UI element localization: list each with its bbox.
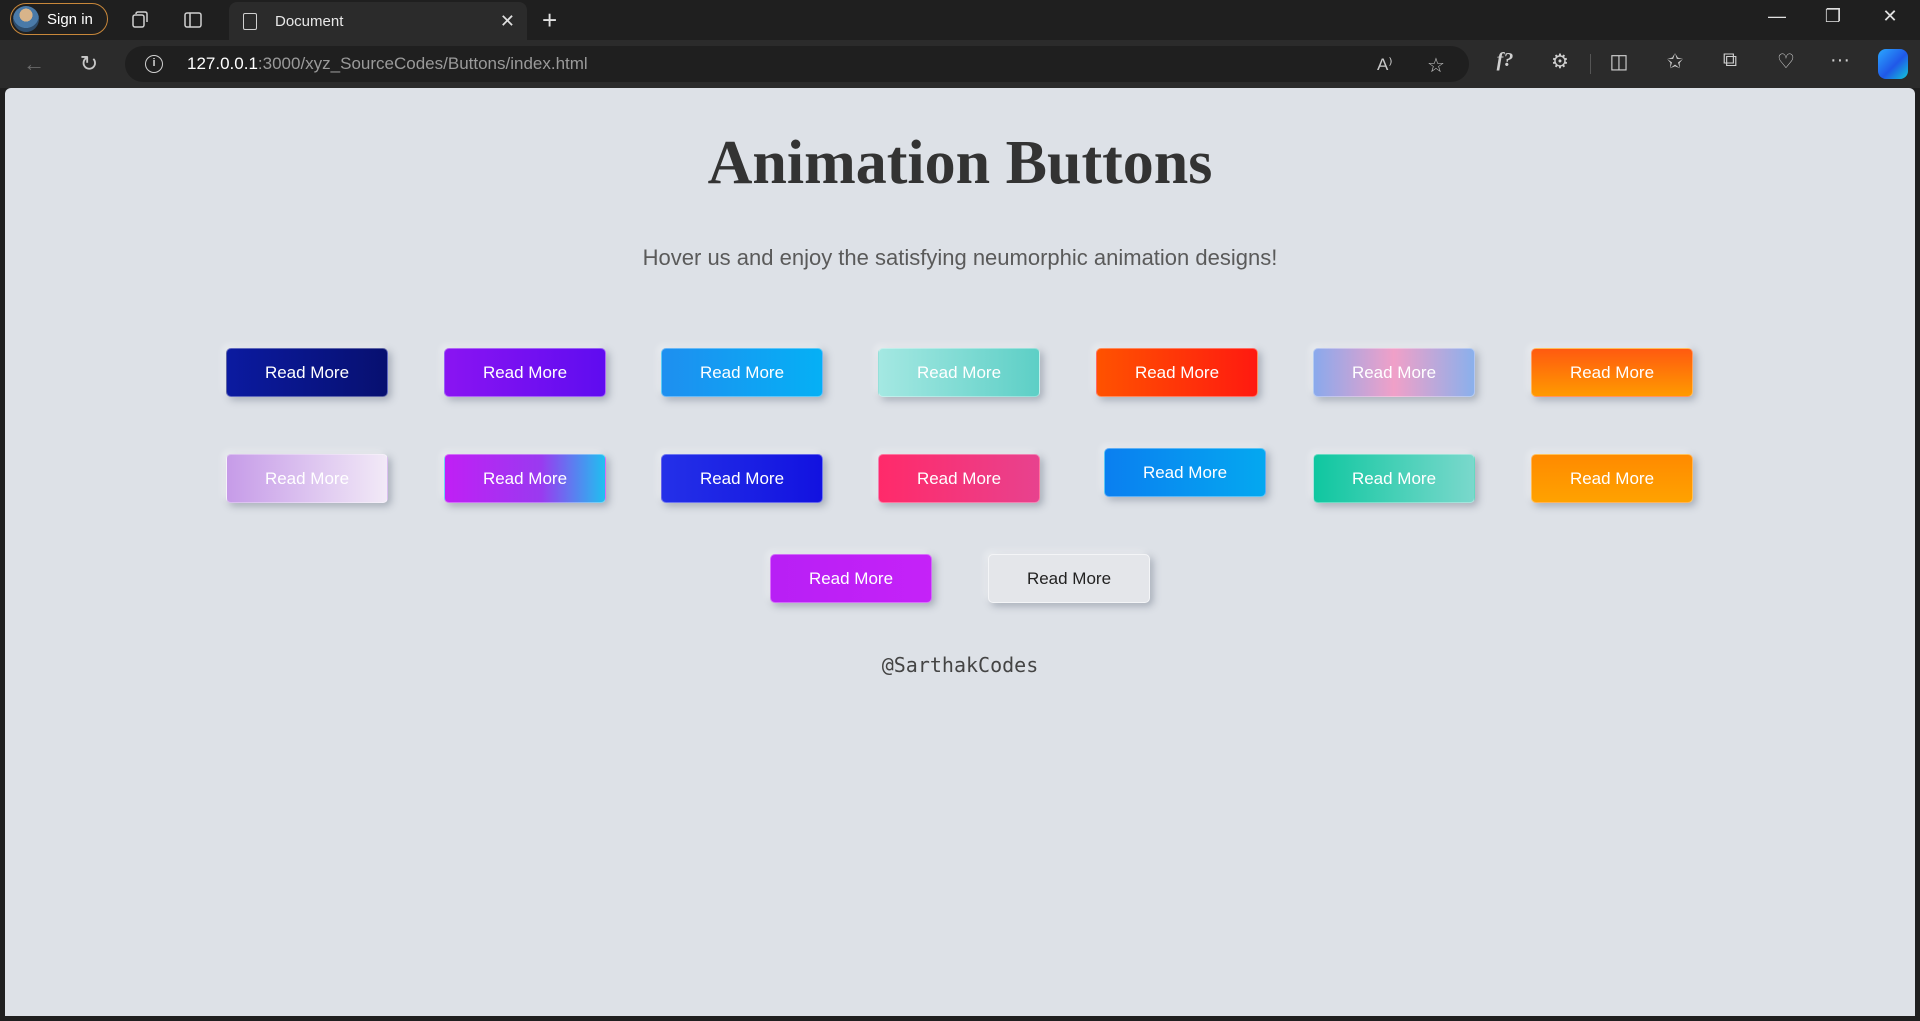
restore-icon[interactable]: ❐	[1813, 6, 1853, 27]
formula-icon[interactable]: f?	[1490, 49, 1520, 72]
page-title: Animation Buttons	[707, 129, 1213, 197]
read-more-button-3[interactable]: Read More	[661, 348, 823, 397]
close-tab-icon[interactable]: ✕	[500, 11, 515, 32]
avatar	[13, 6, 39, 32]
profile-label: Sign in	[47, 10, 93, 28]
favorite-star-icon[interactable]: ☆	[1427, 53, 1445, 78]
workspaces-icon[interactable]	[128, 8, 152, 32]
read-more-button-6[interactable]: Read More	[1313, 348, 1475, 397]
minimize-icon[interactable]: —	[1757, 6, 1797, 27]
refresh-icon[interactable]: ↻	[75, 50, 103, 78]
browser-essentials-icon[interactable]: ♡	[1771, 49, 1801, 74]
read-more-button-12[interactable]: Read More	[1104, 448, 1266, 497]
read-more-button-14[interactable]: Read More	[1531, 454, 1693, 503]
page-subtitle: Hover us and enjoy the satisfying neumor…	[642, 245, 1278, 270]
tab-actions-icon[interactable]	[181, 8, 205, 32]
read-more-button-4[interactable]: Read More	[878, 348, 1040, 397]
site-info-icon[interactable]: i	[145, 55, 163, 73]
read-more-button-13[interactable]: Read More	[1313, 454, 1475, 503]
url-text[interactable]: 127.0.0.1:3000/xyz_SourceCodes/Buttons/i…	[187, 54, 588, 74]
read-more-button-16[interactable]: Read More	[988, 554, 1150, 603]
title-bar: Sign in Document ✕ + — ❐ ✕	[0, 0, 1920, 40]
profile-button[interactable]: Sign in	[10, 3, 108, 35]
read-more-button-1[interactable]: Read More	[226, 348, 388, 397]
read-more-button-11[interactable]: Read More	[878, 454, 1040, 503]
back-icon[interactable]: ←	[20, 50, 48, 78]
more-menu-icon[interactable]: ···	[1825, 49, 1855, 72]
favorites-icon[interactable]: ✩	[1660, 49, 1690, 74]
page-viewport: Animation Buttons Hover us and enjoy the…	[5, 88, 1915, 1016]
address-toolbar: ← ↻ i 127.0.0.1:3000/xyz_SourceCodes/But…	[0, 40, 1920, 88]
read-more-button-2[interactable]: Read More	[444, 348, 606, 397]
collections-icon[interactable]: ⧉	[1715, 49, 1745, 72]
address-bar[interactable]: i 127.0.0.1:3000/xyz_SourceCodes/Buttons…	[125, 46, 1469, 82]
new-tab-icon[interactable]: +	[542, 5, 557, 36]
split-screen-icon[interactable]: ◫	[1604, 49, 1634, 74]
tab-title: Document	[275, 12, 344, 30]
url-host: 127.0.0.1	[187, 54, 258, 73]
divider	[1590, 54, 1591, 74]
copilot-icon[interactable]	[1878, 49, 1908, 79]
read-aloud-icon[interactable]: A⁾	[1377, 55, 1393, 75]
read-more-button-10[interactable]: Read More	[661, 454, 823, 503]
read-more-button-7[interactable]: Read More	[1531, 348, 1693, 397]
read-more-button-15[interactable]: Read More	[770, 554, 932, 603]
extensions-icon[interactable]: ⚙	[1545, 49, 1575, 74]
read-more-button-9[interactable]: Read More	[444, 454, 606, 503]
document-icon	[243, 12, 257, 30]
url-path: :3000/xyz_SourceCodes/Buttons/index.html	[257, 54, 588, 73]
tab-document[interactable]: Document ✕	[229, 2, 527, 40]
close-window-icon[interactable]: ✕	[1870, 6, 1910, 27]
read-more-button-8[interactable]: Read More	[226, 454, 388, 503]
author-handle: @SarthakCodes	[881, 653, 1039, 677]
read-more-button-5[interactable]: Read More	[1096, 348, 1258, 397]
